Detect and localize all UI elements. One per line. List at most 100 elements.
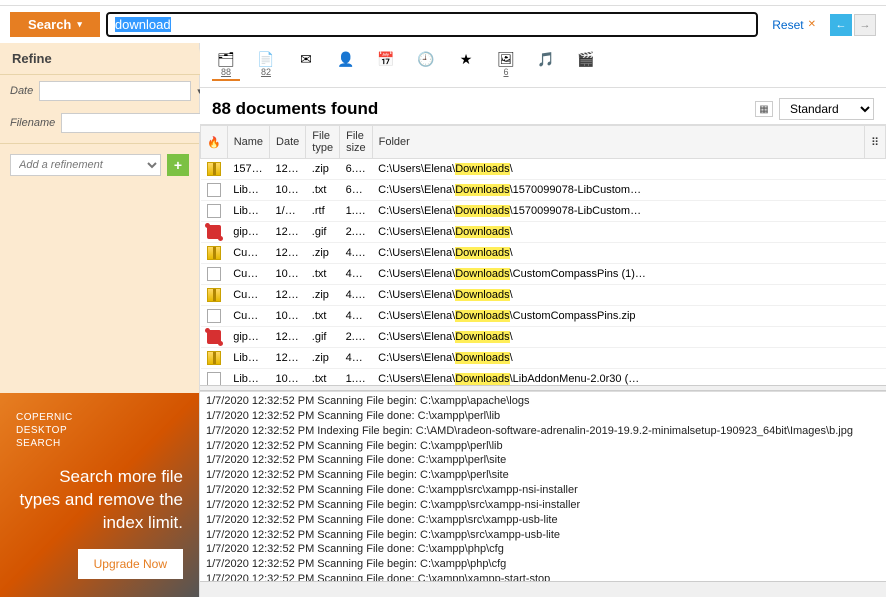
cell-size: 4.18 KB [340, 243, 373, 264]
cell-type: .zip [306, 243, 340, 264]
table-row[interactable]: CustomCompassPins (1).zip 12/27/2019 7:3… [201, 243, 886, 264]
table-row[interactable]: LibCustomMenu\Unlicense.rtf 1/25/2018 12… [201, 201, 886, 222]
cell-date: 10/24/2018 1:11:26… [270, 264, 306, 285]
cell-type: .txt [306, 264, 340, 285]
mail-icon: ✉ [298, 51, 314, 67]
cell-date: 12/18/2019 10:11:2… [270, 327, 306, 348]
zip-file-icon [207, 162, 221, 176]
reset-x-icon: ✕ [808, 19, 816, 30]
add-refinement-button[interactable]: + [167, 154, 189, 176]
table-row[interactable]: CustomCompassPins.zip 12/27/2019 7:29:32… [201, 285, 886, 306]
cell-folder: C:\Users\Elena\Downloads\CustomCompassPi… [372, 306, 864, 327]
cell-size: 6.92 KB [340, 159, 373, 180]
gif-file-icon [207, 225, 221, 239]
search-input[interactable] [106, 12, 758, 37]
video-tab[interactable]: 🎬 [572, 49, 600, 69]
upgrade-button[interactable]: Upgrade Now [78, 549, 183, 579]
table-row[interactable]: CustomCompassPins\Custo… 10/24/2018 1:11… [201, 306, 886, 327]
table-row[interactable]: LibAddonMenu-2.0\LibAddo… 10/20/2019 7:4… [201, 369, 886, 386]
cell-type: .zip [306, 285, 340, 306]
column-name[interactable]: Name [227, 126, 269, 159]
table-row[interactable]: 1570099078-LibCustomMen… 12/27/2019 7:28… [201, 159, 886, 180]
cell-name: LibAddonMenu-2.0r30 (3).zip [227, 348, 269, 369]
txt-file-icon [207, 309, 221, 323]
view-mode-select[interactable]: Standard [779, 98, 874, 120]
cell-name: CustomCompassPins\Custo… [227, 306, 269, 327]
cell-folder: C:\Users\Elena\Downloads\ [372, 243, 864, 264]
tab-count: 82 [261, 67, 271, 77]
cell-name: LibCustomMenu\LibCustom… [227, 180, 269, 201]
filter-date-input[interactable] [39, 81, 191, 101]
filter-label: Date [10, 85, 33, 97]
contact-tab[interactable]: 👤 [332, 49, 360, 69]
cell-type: .zip [306, 348, 340, 369]
mail-tab[interactable]: ✉ [292, 49, 320, 69]
cell-type: .gif [306, 327, 340, 348]
tab-count: 6 [503, 67, 508, 77]
favorite-icon: ★ [458, 51, 474, 67]
history-icon: 🕘 [418, 51, 434, 67]
column-folder[interactable]: Folder [372, 126, 864, 159]
favorite-tab[interactable]: ★ [452, 49, 480, 69]
cell-name: 1570099078-LibCustomMen… [227, 159, 269, 180]
cell-folder: C:\Users\Elena\Downloads\ [372, 222, 864, 243]
docs-icon: 📄 [258, 51, 274, 67]
cell-type: .txt [306, 369, 340, 386]
search-bar: Search Reset ✕ ← → [0, 6, 886, 43]
log-line: 1/7/2020 12:32:52 PM Scanning File done:… [206, 483, 880, 498]
add-refinement-select[interactable]: Add a refinement [10, 154, 161, 176]
table-row[interactable]: LibAddonMenu-2.0r30 (3).zip 12/30/2019 1… [201, 348, 886, 369]
table-row[interactable]: CustomCompassPins\Custo… 10/24/2018 1:11… [201, 264, 886, 285]
table-row[interactable]: giphy1970407833.gif 12/18/2019 10:11:2… … [201, 327, 886, 348]
rtf-file-icon [207, 204, 221, 218]
column-file-type[interactable]: File type [306, 126, 340, 159]
upgrade-text: Search more file types and remove the in… [16, 466, 183, 535]
log-line: 1/7/2020 12:32:52 PM Scanning File done:… [206, 572, 880, 581]
refine-tab[interactable]: Refine [0, 43, 200, 75]
results-table: 🔥 NameDateFile typeFile sizeFolder⠿ 1570… [200, 125, 886, 385]
cell-folder: C:\Users\Elena\Downloads\ [372, 159, 864, 180]
relevance-column[interactable]: 🔥 [201, 126, 228, 159]
picture-tab[interactable]: 🖼6 [492, 49, 520, 79]
table-row[interactable]: giphy158058296.gif 12/18/2019 10:10:5… .… [201, 222, 886, 243]
log-line: 1/7/2020 12:32:52 PM Scanning File begin… [206, 528, 880, 543]
video-icon: 🎬 [578, 51, 594, 67]
nav-back-button[interactable]: ← [830, 14, 852, 36]
reset-link[interactable]: Reset ✕ [772, 18, 816, 32]
gif-file-icon [207, 330, 221, 344]
column-file-size[interactable]: File size [340, 126, 373, 159]
cell-size: 1.21 KB [340, 201, 373, 222]
log-line: 1/7/2020 12:32:52 PM Indexing File begin… [206, 424, 880, 439]
nav-forward-button[interactable]: → [854, 14, 876, 36]
cell-type: .txt [306, 180, 340, 201]
upgrade-brand: COPERNIC DESKTOP SEARCH [16, 411, 183, 450]
zip-file-icon [207, 246, 221, 260]
log-panel[interactable]: 1/7/2020 12:32:52 PM Scanning File begin… [200, 391, 886, 581]
column-config-icon[interactable]: ⠿ [864, 126, 885, 159]
log-line: 1/7/2020 12:32:52 PM Scanning File begin… [206, 557, 880, 572]
horizontal-scrollbar[interactable] [200, 581, 886, 597]
history-tab[interactable]: 🕘 [412, 49, 440, 69]
cell-name: CustomCompassPins.zip [227, 285, 269, 306]
cell-date: 12/27/2019 7:29:32… [270, 285, 306, 306]
cell-name: CustomCompassPins\Custo… [227, 264, 269, 285]
log-line: 1/7/2020 12:32:52 PM Scanning File done:… [206, 453, 880, 468]
files-tab[interactable]: 🗂88 [212, 49, 240, 81]
cell-size: 471 Bytes [340, 264, 373, 285]
music-tab[interactable]: 🎵 [532, 49, 560, 69]
cell-name: LibAddonMenu-2.0\LibAddo… [227, 369, 269, 386]
cell-type: .rtf [306, 201, 340, 222]
search-button[interactable]: Search [10, 12, 100, 37]
calendar-tab[interactable]: 📅 [372, 49, 400, 69]
view-grid-icon[interactable]: ▦ [755, 101, 773, 117]
tab-count: 88 [221, 67, 231, 77]
files-icon: 🗂 [218, 51, 234, 67]
filter-filename-input[interactable] [61, 113, 213, 133]
cell-size: 2.59 MB [340, 222, 373, 243]
table-row[interactable]: LibCustomMenu\LibCustom… 10/3/2019 12:11… [201, 180, 886, 201]
cell-size: 2.65 MB [340, 327, 373, 348]
cell-type: .zip [306, 159, 340, 180]
cell-date: 12/27/2019 7:30:11… [270, 243, 306, 264]
docs-tab[interactable]: 📄82 [252, 49, 280, 79]
column-date[interactable]: Date [270, 126, 306, 159]
